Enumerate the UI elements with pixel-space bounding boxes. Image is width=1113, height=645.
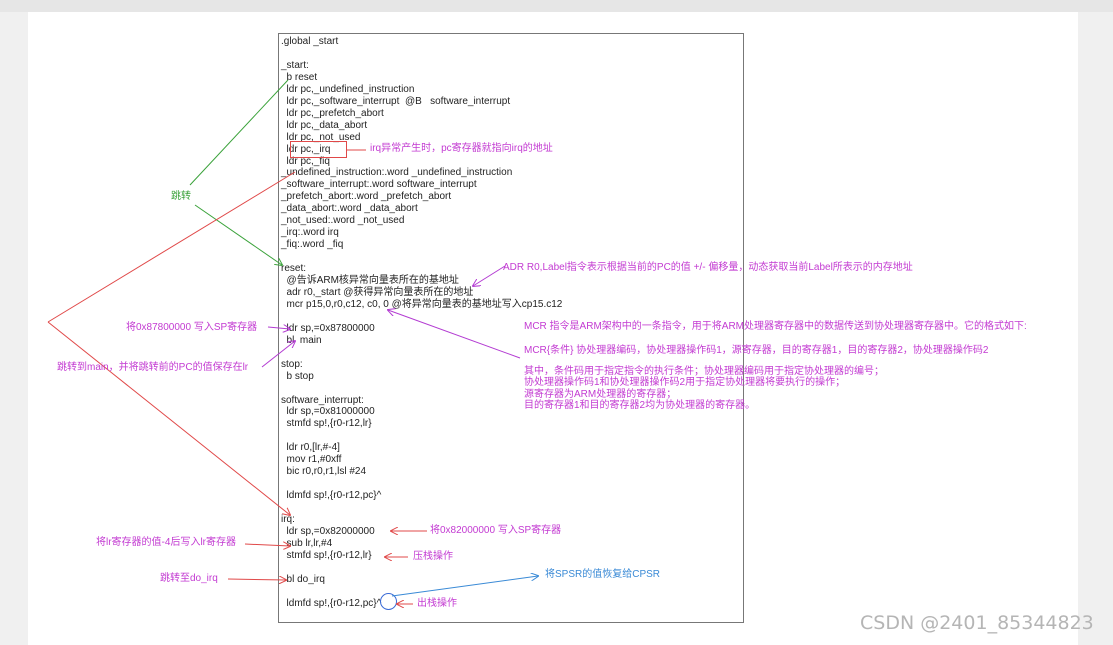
- note-spsr: 将SPSR的值恢复给CPSR: [545, 569, 661, 580]
- purple-arrow-ldr-sp: [267, 327, 290, 329]
- note-pop: 出栈操作: [417, 598, 457, 609]
- note-mcr-desc-2: 协处理器操作码1和协处理器操作码2用于指定协处理器将要执行的操作；: [524, 377, 846, 388]
- note-lr-minus4: 将lr寄存器的值-4后写入lr寄存器: [96, 537, 236, 548]
- note-push: 压栈操作: [413, 551, 453, 562]
- note-jump-main: 跳转到main，并将跳转前的PC的值保存在lr: [57, 362, 249, 373]
- red-arrow-to-irq: [47, 321, 290, 515]
- note-irq-pc: irq异常产生时，pc寄存器就指向irq的地址: [370, 143, 553, 154]
- note-sp-87800000: 将0x87800000 写入SP寄存器: [126, 322, 258, 333]
- note-adr: ADR R0,Label指令表示根据当前的PC的值 +/- 偏移量，动态获取当前…: [503, 262, 913, 273]
- note-mcr-title: MCR 指令是ARM架构中的一条指令，用于将ARM处理器寄存器中的数据传送到协处…: [524, 321, 1027, 332]
- green-arrow-to-reset: [194, 204, 282, 265]
- watermark: CSDN @2401_85344823: [860, 612, 1094, 634]
- red-arrow-do-irq: [227, 579, 286, 580]
- green-line-to-b-reset: [189, 79, 289, 186]
- purple-arrow-adr: [473, 265, 506, 286]
- note-sp-82000000: 将0x82000000 写入SP寄存器: [430, 525, 562, 536]
- red-arrow-sub-lr: [244, 544, 290, 546]
- note-mcr-desc-4: 目的寄存器1和目的寄存器2均为协处理器的寄存器。: [524, 400, 756, 411]
- note-mcr-format: MCR{条件} 协处理器编码，协处理器操作码1，源寄存器，目的寄存器1，目的寄存…: [524, 345, 989, 356]
- purple-arrow-bl-main: [261, 341, 295, 368]
- note-jump: 跳转: [171, 191, 191, 202]
- blue-arrow-spsr: [391, 576, 538, 597]
- note-jump-do-irq: 跳转至do_irq: [160, 573, 218, 584]
- purple-arrow-mcr: [388, 310, 521, 359]
